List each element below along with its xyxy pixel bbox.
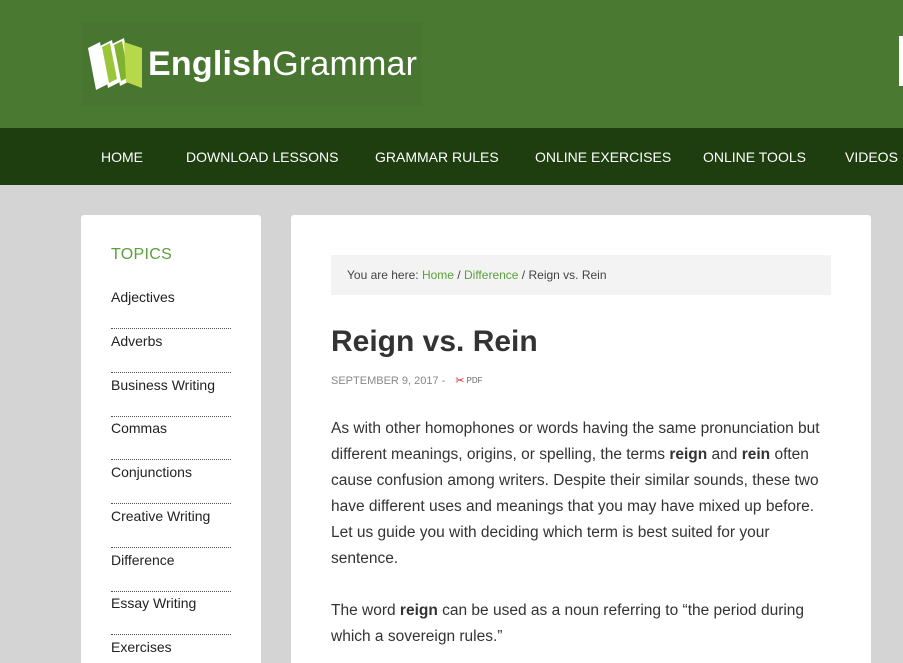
nav-online-exercises[interactable]: ONLINE EXERCISES	[535, 149, 671, 165]
topic-link[interactable]: Commas	[111, 416, 231, 460]
breadcrumb-current: Reign vs. Rein	[528, 268, 607, 282]
site-logo[interactable]: EnglishGrammar	[82, 22, 422, 106]
article-content: You are here: Home / Difference / Reign …	[291, 215, 871, 663]
post-date: SEPTEMBER 9, 2017 -	[331, 374, 446, 387]
nav-grammar-rules[interactable]: GRAMMAR RULES	[375, 149, 499, 165]
pdf-label: PDF	[466, 376, 483, 385]
book-stack-logo-icon	[88, 38, 142, 90]
nav-home[interactable]: HOME	[101, 149, 143, 165]
article-paragraph: As with other homophones or words having…	[331, 420, 820, 567]
pdf-download-button[interactable]: ✂ PDF	[455, 374, 482, 387]
topic-link[interactable]: Adjectives	[111, 285, 231, 329]
breadcrumb-prefix: You are here:	[347, 268, 422, 282]
breadcrumb: You are here: Home / Difference / Reign …	[331, 255, 831, 295]
topic-link[interactable]: Essay Writing	[111, 591, 231, 635]
nav-online-tools[interactable]: ONLINE TOOLS	[703, 149, 806, 165]
topics-heading: TOPICS	[111, 246, 173, 263]
site-header: EnglishGrammar	[0, 0, 903, 128]
pdf-icon: ✂	[455, 375, 465, 387]
post-meta: SEPTEMBER 9, 2017 - ✂ PDF	[331, 374, 483, 388]
topic-link[interactable]: Conjunctions	[111, 460, 231, 504]
page-title: Reign vs. Rein	[331, 325, 538, 358]
breadcrumb-separator: /	[453, 268, 464, 282]
topic-link[interactable]: Exercises	[111, 635, 231, 663]
nav-download-lessons[interactable]: DOWNLOAD LESSONS	[186, 149, 338, 165]
article-paragraph: The word reign can be used as a noun ref…	[331, 602, 805, 645]
header-search-box-edge[interactable]	[899, 36, 903, 86]
topic-link[interactable]: Adverbs	[111, 329, 231, 373]
topic-link[interactable]: Creative Writing	[111, 504, 231, 548]
logo-wordmark: EnglishGrammar	[148, 44, 418, 83]
nav-videos[interactable]: VIDEOS	[845, 149, 898, 165]
breadcrumb-home-link[interactable]: Home	[422, 268, 454, 282]
breadcrumb-separator: /	[518, 268, 529, 282]
topic-link[interactable]: Business Writing	[111, 373, 231, 417]
topic-link[interactable]: Difference	[111, 548, 231, 592]
main-navigation: HOME DOWNLOAD LESSONS GRAMMAR RULES ONLI…	[0, 128, 903, 185]
sidebar-topics: TOPICS Adjectives Adverbs Business Writi…	[81, 215, 261, 663]
breadcrumb-category-link[interactable]: Difference	[464, 268, 518, 282]
